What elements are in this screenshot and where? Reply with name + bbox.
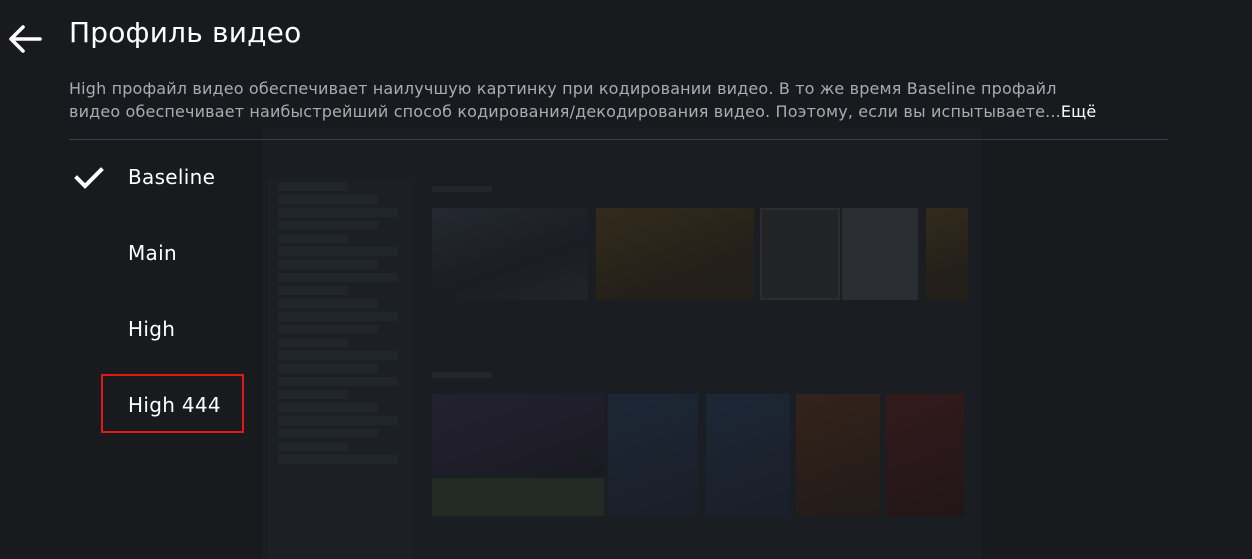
profile-option-baseline[interactable]: Baseline [0,140,262,216]
background-sidebar [268,178,414,559]
profile-option-label: High [128,317,176,341]
description-line-1: High профайл видео обеспечивает наилучшу… [69,79,1057,98]
profile-option-high[interactable]: High [0,292,262,368]
profile-option-label: Baseline [128,165,216,189]
profile-option-high-444[interactable]: High 444 [0,368,262,444]
arrow-left-icon [9,25,42,53]
video-profile-screen: Профиль видео High профайл видео обеспеч… [0,0,1252,559]
description-line-2-text: видео обеспечивает наибыстрейший способ … [69,102,1061,121]
checkmark-icon [74,167,104,189]
profile-option-label: High 444 [128,393,221,417]
page-title: Профиль видео [69,16,302,49]
background-app-dimmed [262,128,982,559]
back-button[interactable] [6,22,44,56]
profile-option-label: Main [128,241,177,265]
profile-description: High профайл видео обеспечивает наилучшу… [69,77,1169,123]
profile-option-main[interactable]: Main [0,216,262,292]
description-line-2: видео обеспечивает наибыстрейший способ … [69,100,1169,123]
more-link[interactable]: Ещё [1061,102,1096,121]
